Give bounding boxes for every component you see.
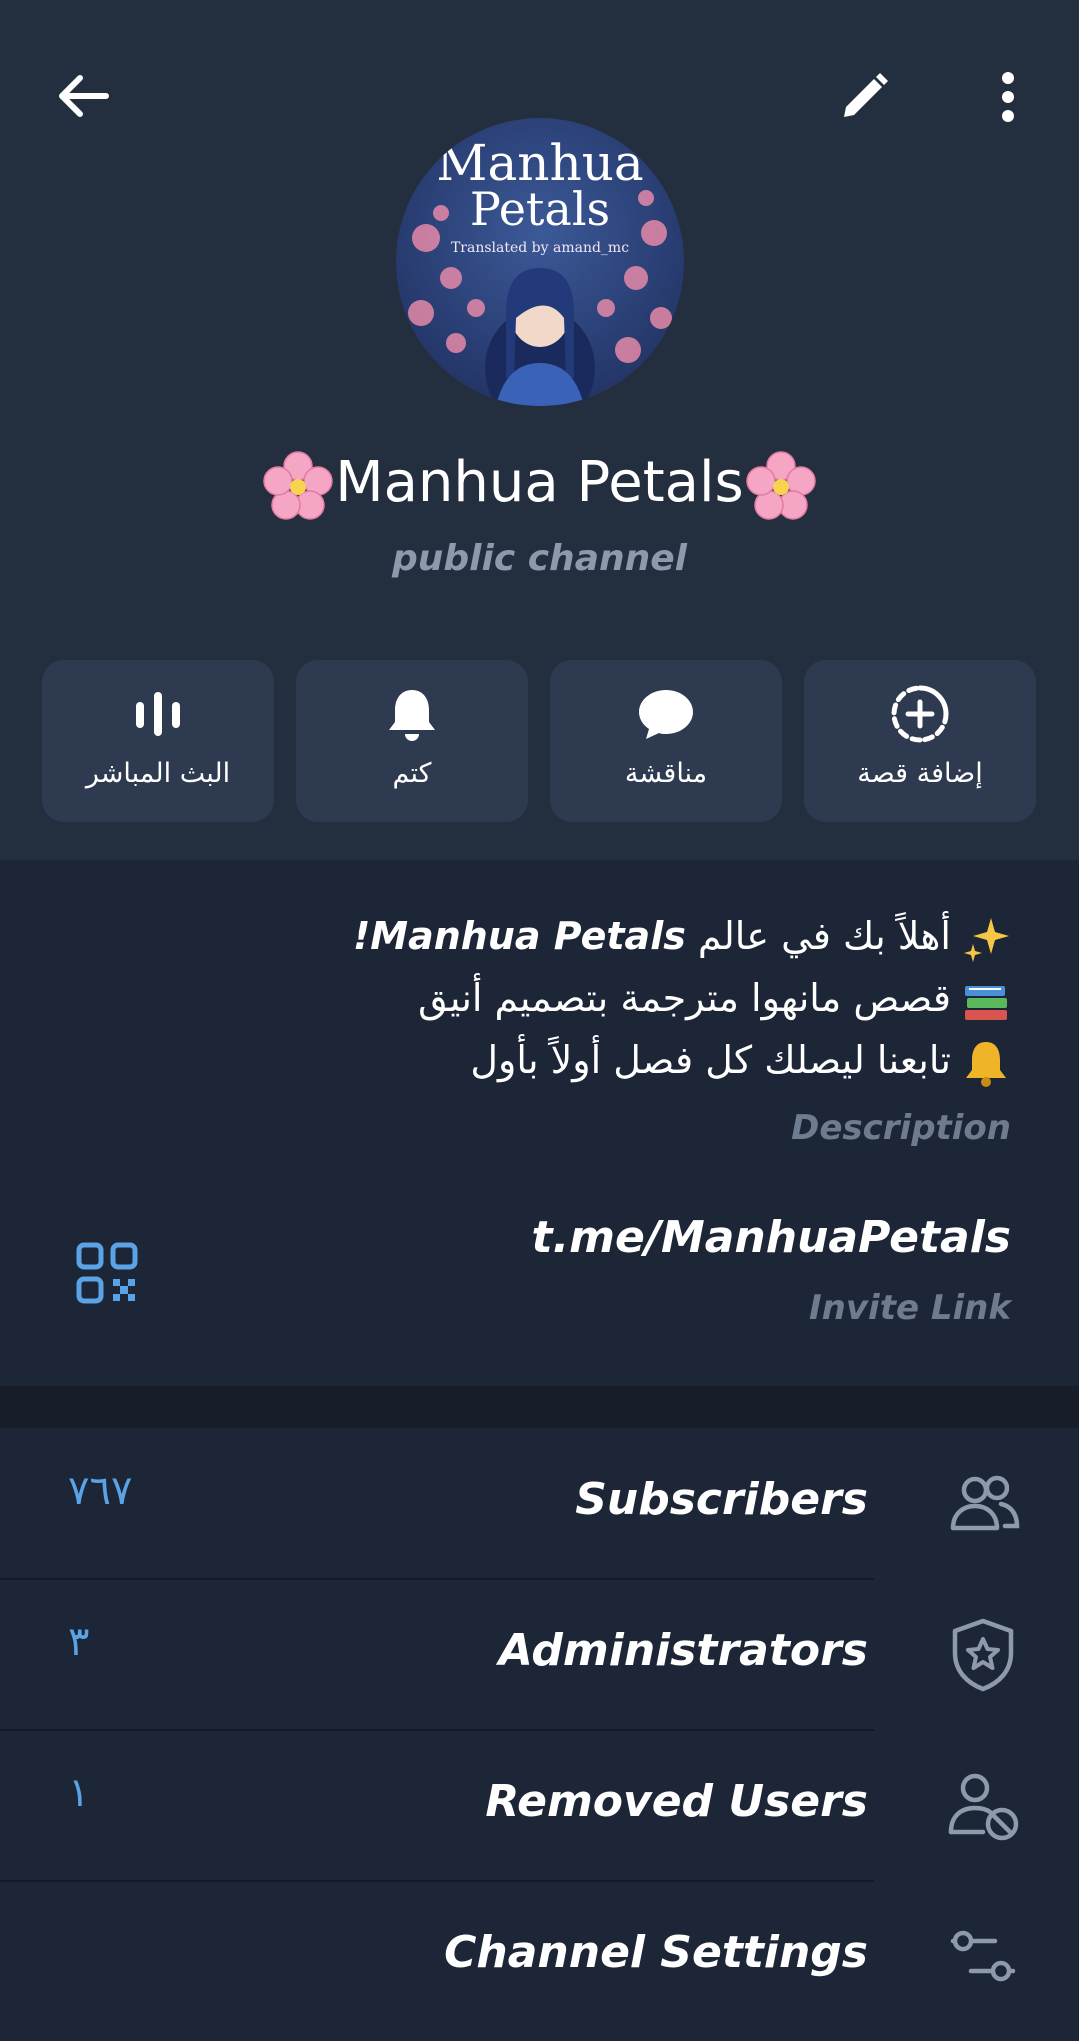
qr-code-button[interactable] (72, 1238, 142, 1308)
chat-bubble-icon (639, 690, 693, 739)
cherry-blossom-icon (745, 451, 816, 520)
channel-name-text: Manhua Petals (335, 450, 744, 515)
removed-users-label: Removed Users (485, 1776, 868, 1827)
back-button[interactable] (46, 66, 118, 126)
pencil-icon (844, 73, 888, 117)
avatar-subtitle: Translated by amand_mc (450, 240, 630, 256)
discussion-button[interactable]: مناقشة (550, 660, 782, 822)
more-button[interactable] (980, 66, 1036, 128)
bell-icon (389, 690, 435, 741)
channel-description[interactable]: أهلاً بك في عالم Manhua Petals! قصص مانه… (111, 905, 1011, 1091)
live-stream-label: البث المباشر (85, 758, 231, 789)
people-icon (950, 1475, 1020, 1531)
books-icon (965, 985, 1007, 1020)
more-vertical-icon (1002, 72, 1014, 122)
live-stream-button[interactable]: البث المباشر (42, 660, 274, 822)
channel-settings-label: Channel Settings (444, 1927, 868, 1978)
description-line-2: قصص مانهوا مترجمة بتصميم أنيق (111, 967, 1011, 1029)
description-line-1: أهلاً بك في عالم Manhua Petals! (111, 905, 1011, 967)
action-buttons: البث المباشر كتم مناقشة إضافة قصة (42, 660, 1038, 822)
cherry-blossom-icon (263, 451, 334, 520)
subscribers-label: Subscribers (575, 1474, 868, 1525)
channel-type: public channel (392, 538, 687, 579)
qr-code-icon (76, 1242, 138, 1304)
live-stream-icon (136, 692, 180, 736)
avatar-title-line2: Petals (469, 182, 611, 236)
arrow-left-icon (59, 75, 109, 117)
section-gap (0, 1386, 1079, 1428)
bell-emoji-icon (966, 1041, 1006, 1087)
channel-avatar[interactable]: Manhua Petals Translated by amand_mc (396, 118, 684, 406)
shield-star-icon (952, 1618, 1014, 1692)
description-label: Description (791, 1108, 1011, 1148)
channel-name: Manhua Petals (0, 450, 1079, 521)
invite-link[interactable]: t.me/ManhuaPetals (531, 1212, 1011, 1263)
add-story-label: إضافة قصة (857, 758, 983, 789)
add-story-icon (891, 685, 949, 743)
removed-users-row[interactable]: ١ Removed Users (0, 1730, 1079, 1881)
mute-button[interactable]: كتم (296, 660, 528, 822)
administrators-count: ٣ (68, 1619, 90, 1665)
channel-settings-row[interactable]: Channel Settings (0, 1881, 1079, 2032)
subscribers-count: ٧٦٧ (68, 1468, 133, 1514)
mute-label: كتم (392, 758, 432, 789)
edit-button[interactable] (830, 66, 898, 128)
administrators-row[interactable]: ٣ Administrators (0, 1579, 1079, 1730)
administrators-label: Administrators (498, 1625, 868, 1676)
description-line-3: تابعنا ليصلك كل فصل أولاً بأول (111, 1029, 1011, 1091)
invite-link-label: Invite Link (809, 1288, 1011, 1328)
sparkles-icon (964, 917, 1009, 962)
discussion-label: مناقشة (624, 758, 708, 789)
user-blocked-icon (948, 1773, 1019, 1841)
removed-users-count: ١ (68, 1770, 90, 1816)
settings-sliders-icon (950, 1930, 1016, 1982)
subscribers-row[interactable]: ٧٦٧ Subscribers (0, 1428, 1079, 1579)
add-story-button[interactable]: إضافة قصة (804, 660, 1036, 822)
